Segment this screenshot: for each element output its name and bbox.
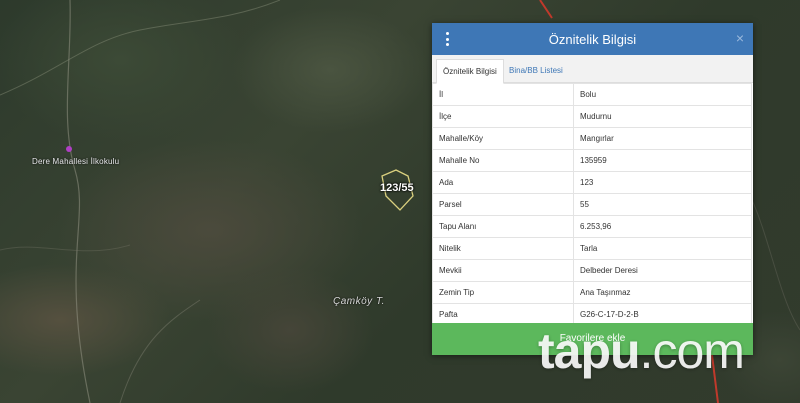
- table-row: Parsel 55: [432, 193, 752, 216]
- panel-title: Öznitelik Bilgisi: [548, 32, 637, 47]
- table-row: İl Bolu: [432, 83, 752, 106]
- parcel-label[interactable]: 123/55: [380, 182, 414, 194]
- row-key: Zemin Tip: [432, 281, 574, 304]
- table-row: Mevkii Delbeder Deresi: [432, 259, 752, 282]
- place-label: Dere Mahallesi İlkokulu: [32, 157, 120, 166]
- panel-tabs: Öznitelik Bilgisi Bina/BB Listesi: [432, 55, 753, 84]
- row-value: Tarla: [573, 237, 752, 260]
- panel-header: Öznitelik Bilgisi ×: [432, 23, 753, 55]
- row-key: Tapu Alanı: [432, 215, 574, 238]
- row-value: 6.253,96: [573, 215, 752, 238]
- table-row: Tapu Alanı 6.253,96: [432, 215, 752, 238]
- row-key: İlçe: [432, 105, 574, 128]
- row-value: 55: [573, 193, 752, 216]
- row-key: Parsel: [432, 193, 574, 216]
- row-value: Bolu: [573, 83, 752, 106]
- attribute-table: İl Bolu İlçe Mudurnu Mahalle/Köy Mangırlar …: [432, 83, 752, 326]
- tab-building-list[interactable]: Bina/BB Listesi: [503, 59, 569, 82]
- row-key: Ada: [432, 171, 574, 194]
- table-row: Nitelik Tarla: [432, 237, 752, 260]
- village-label: Çamköy T.: [333, 296, 385, 307]
- row-key: Mahalle No: [432, 149, 574, 172]
- tab-attribute-info[interactable]: Öznitelik Bilgisi: [436, 59, 504, 84]
- row-value: Mangırlar: [573, 127, 752, 150]
- table-row: Ada 123: [432, 171, 752, 194]
- row-value: Ana Taşınmaz: [573, 281, 752, 304]
- attribute-info-panel: Öznitelik Bilgisi × Öznitelik Bilgisi Bi…: [432, 23, 753, 355]
- row-value: Delbeder Deresi: [573, 259, 752, 282]
- row-value: 135959: [573, 149, 752, 172]
- close-icon[interactable]: ×: [736, 30, 744, 46]
- add-to-favorites-button[interactable]: Favorilere ekle: [432, 323, 753, 355]
- row-value: Mudurnu: [573, 105, 752, 128]
- row-key: Mahalle/Köy: [432, 127, 574, 150]
- school-marker-icon[interactable]: [66, 146, 72, 152]
- row-key: İl: [432, 83, 574, 106]
- row-value: 123: [573, 171, 752, 194]
- row-key: Mevkii: [432, 259, 574, 282]
- table-row: İlçe Mudurnu: [432, 105, 752, 128]
- row-key: Nitelik: [432, 237, 574, 260]
- table-row: Mahalle/Köy Mangırlar: [432, 127, 752, 150]
- table-row: Mahalle No 135959: [432, 149, 752, 172]
- table-row: Zemin Tip Ana Taşınmaz: [432, 281, 752, 304]
